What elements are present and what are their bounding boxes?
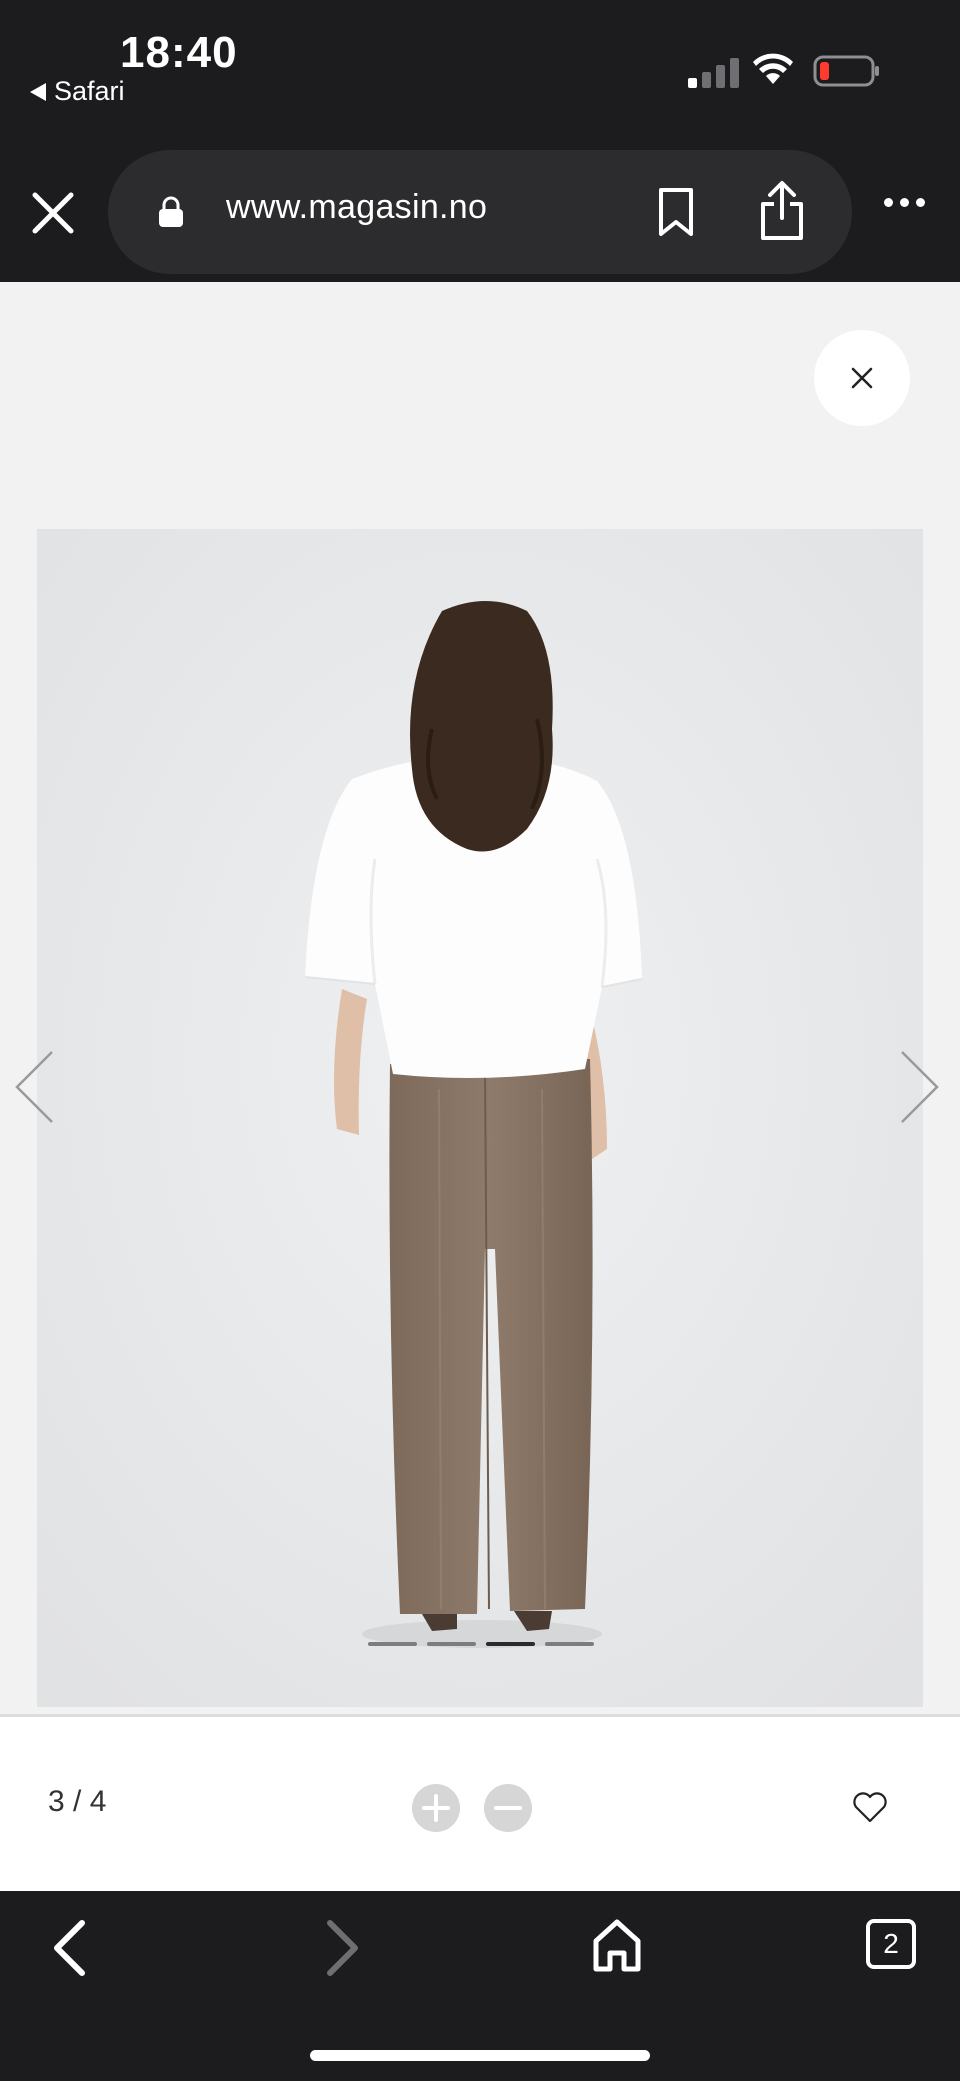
more-options-icon[interactable]: [884, 198, 925, 207]
pagination-dot[interactable]: [427, 1642, 476, 1646]
model-photo-illustration: [37, 529, 923, 1707]
pagination-dot-active[interactable]: [486, 1642, 535, 1646]
browser-address-row: www.magasin.no: [0, 140, 960, 282]
viewer-close-button[interactable]: [814, 330, 910, 426]
signal-icon: [688, 56, 739, 88]
back-app-label: Safari: [54, 76, 125, 106]
wifi-icon: [753, 53, 793, 84]
zoom-out-button[interactable]: [484, 1784, 532, 1832]
status-bar: 18:40 Safari: [0, 0, 960, 140]
zoom-in-button[interactable]: [412, 1784, 460, 1832]
viewer-footer: 3 / 4: [0, 1717, 960, 1891]
back-to-app-link[interactable]: Safari: [30, 76, 125, 107]
share-icon[interactable]: [758, 180, 806, 242]
next-image-arrow-icon[interactable]: [900, 1050, 940, 1124]
pagination-dot[interactable]: [545, 1642, 594, 1646]
lock-icon: [159, 196, 183, 227]
back-triangle-icon: [30, 82, 46, 101]
tabs-button[interactable]: 2: [866, 1919, 916, 1969]
bookmark-icon[interactable]: [656, 186, 696, 238]
heart-icon[interactable]: [852, 1791, 888, 1823]
previous-image-arrow-icon[interactable]: [14, 1050, 54, 1124]
back-icon[interactable]: [50, 1919, 90, 1977]
pagination-dot[interactable]: [368, 1642, 417, 1646]
forward-icon[interactable]: [322, 1919, 362, 1977]
home-indicator[interactable]: [310, 2050, 650, 2061]
image-counter: 3 / 4: [48, 1785, 107, 1818]
status-time: 18:40: [120, 28, 238, 77]
home-icon[interactable]: [592, 1919, 642, 1973]
image-pagination-dots: [368, 1642, 594, 1646]
product-image[interactable]: [37, 529, 923, 1707]
address-bar[interactable]: www.magasin.no: [108, 150, 852, 274]
battery-low-icon: [813, 55, 879, 87]
image-viewer: 3 / 4: [0, 282, 960, 1891]
close-icon[interactable]: [30, 190, 76, 236]
url-text: www.magasin.no: [226, 188, 488, 226]
close-icon: [851, 367, 873, 389]
